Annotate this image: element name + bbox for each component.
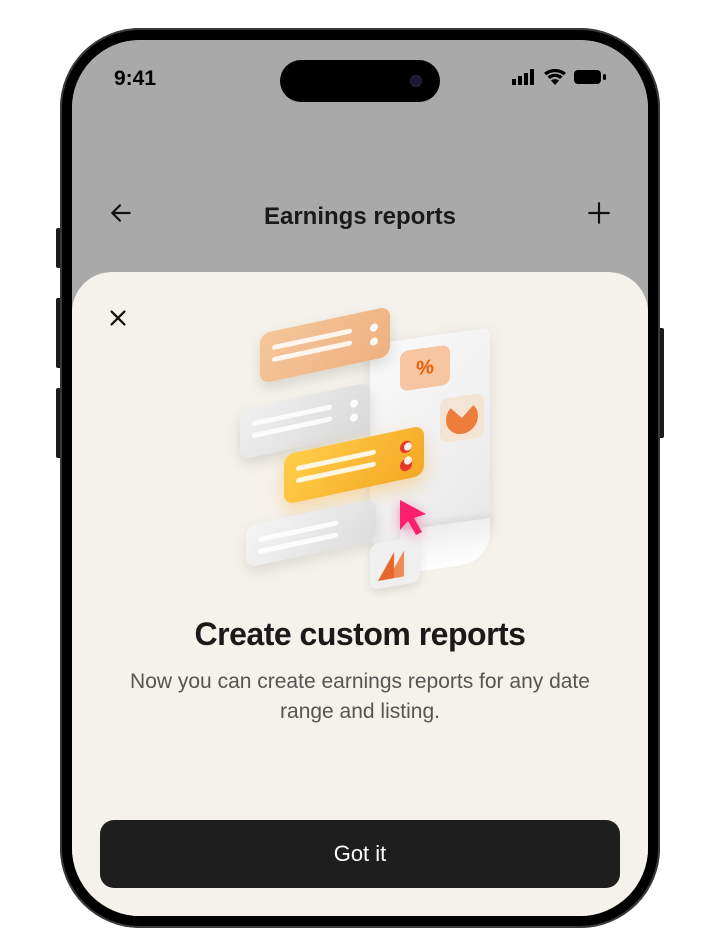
wifi-icon bbox=[544, 69, 566, 90]
dynamic-island bbox=[280, 60, 440, 102]
modal-sheet: % Create custom reports Now you can crea… bbox=[72, 272, 648, 916]
status-time: 9:41 bbox=[114, 59, 156, 91]
phone-side-button bbox=[660, 328, 664, 438]
status-icons bbox=[512, 61, 606, 90]
modal-title: Create custom reports bbox=[100, 616, 620, 653]
illustration-card bbox=[246, 498, 376, 568]
phone-frame: 9:41 Earnings reports bbox=[60, 28, 660, 928]
cellular-icon bbox=[512, 69, 536, 90]
phone-screen: 9:41 Earnings reports bbox=[72, 40, 648, 916]
modal-subtitle: Now you can create earnings reports for … bbox=[100, 667, 620, 728]
camera-icon bbox=[410, 75, 422, 87]
area-chart-icon bbox=[370, 536, 420, 591]
phone-side-button bbox=[56, 388, 60, 458]
page-title: Earnings reports bbox=[264, 203, 456, 231]
cta-label: Got it bbox=[334, 841, 387, 867]
got-it-button[interactable]: Got it bbox=[100, 820, 620, 888]
reports-illustration: % bbox=[210, 316, 510, 596]
add-icon[interactable] bbox=[586, 200, 612, 233]
battery-icon bbox=[574, 69, 606, 90]
phone-side-button bbox=[56, 228, 60, 268]
percent-icon: % bbox=[400, 344, 450, 391]
close-button[interactable] bbox=[98, 298, 138, 338]
pie-chart-icon bbox=[440, 393, 484, 443]
phone-side-button bbox=[56, 298, 60, 368]
page-header: Earnings reports bbox=[72, 200, 648, 233]
back-icon[interactable] bbox=[108, 200, 134, 233]
